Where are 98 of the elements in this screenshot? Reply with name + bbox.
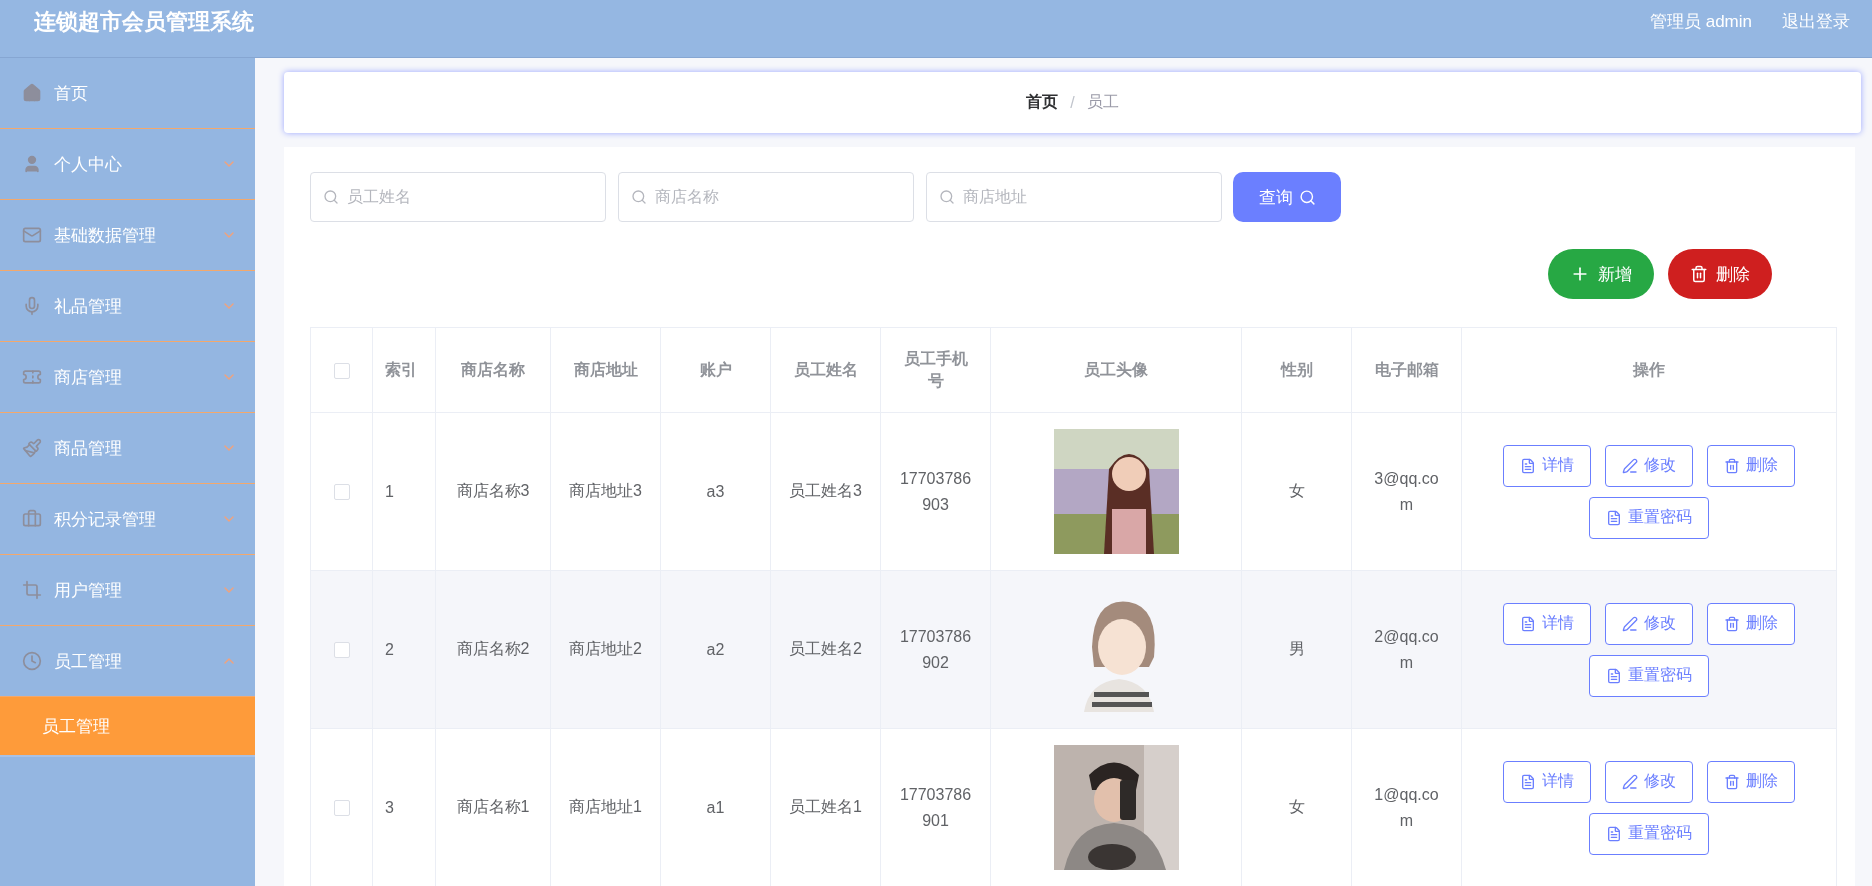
- mail-icon: [22, 225, 42, 245]
- sidebar-label: 商店管理: [54, 366, 123, 389]
- column-header: 账户: [660, 327, 771, 413]
- detail-button[interactable]: 详情: [1503, 602, 1591, 645]
- breadcrumb-item: 员工: [1086, 92, 1119, 112]
- sidebar-item[interactable]: 基础数据管理: [0, 200, 255, 271]
- clock-icon: [22, 651, 42, 671]
- breadcrumb-item[interactable]: 首页: [1026, 92, 1059, 113]
- search-icon: [631, 189, 647, 205]
- search-icon: [939, 189, 955, 205]
- edit-button[interactable]: 修改: [1605, 602, 1693, 645]
- sidebar-subitem[interactable]: 员工管理: [0, 697, 255, 757]
- table-cell: 3@qq.com: [1351, 412, 1462, 571]
- edit-button[interactable]: 修改: [1605, 444, 1693, 487]
- column-header: 操作: [1461, 327, 1837, 413]
- edit-button[interactable]: 修改: [1605, 760, 1693, 803]
- admin-username: 管理员 admin: [1649, 11, 1752, 33]
- document-icon: [1520, 615, 1536, 632]
- sidebar-item[interactable]: 商品管理: [0, 413, 255, 484]
- table-cell: 17703786902: [880, 570, 991, 729]
- reset-button[interactable]: 重置密码: [1589, 496, 1709, 539]
- search-icon: [1298, 188, 1316, 206]
- sidebar-label: 员工管理: [54, 650, 123, 673]
- trash-icon: [1690, 265, 1708, 283]
- pen-icon: [1622, 773, 1638, 790]
- app-title: 连锁超市会员管理系统: [34, 7, 255, 36]
- table-cell: 1: [372, 412, 436, 571]
- row-checkbox[interactable]: [333, 642, 350, 659]
- table-cell: 17703786903: [880, 412, 991, 571]
- ticket-icon: [22, 367, 42, 387]
- reset-button[interactable]: 重置密码: [1589, 812, 1709, 855]
- crop-icon: [22, 580, 42, 600]
- table-cell: 男: [1241, 570, 1352, 729]
- document-icon: [1606, 509, 1622, 526]
- logout-link[interactable]: 退出登录: [1782, 10, 1850, 33]
- pen-icon: [1622, 615, 1638, 632]
- table-cell: a3: [660, 412, 771, 571]
- document-icon: [1520, 773, 1536, 790]
- sidebar-label: 个人中心: [54, 153, 123, 176]
- column-header: 商店名称: [435, 327, 551, 413]
- sidebar-label: 商品管理: [54, 437, 123, 460]
- sidebar-item[interactable]: 用户管理: [0, 555, 255, 626]
- table-cell: a2: [660, 570, 771, 729]
- table-cell: 商店名称2: [435, 570, 551, 729]
- table-cell: 商店名称3: [435, 412, 551, 571]
- briefcase-icon: [22, 509, 42, 529]
- column-header: 员工头像: [990, 327, 1242, 413]
- table-cell: 员工姓名2: [770, 570, 881, 729]
- sidebar-label: 首页: [54, 82, 89, 105]
- column-header: 员工手机号: [880, 327, 991, 413]
- search-field[interactable]: 商店名称: [618, 172, 914, 222]
- trash-icon: [1724, 615, 1740, 632]
- pen-icon: [1622, 457, 1638, 474]
- sidebar-label: 基础数据管理: [54, 224, 157, 247]
- sidebar-label: 礼品管理: [54, 295, 123, 318]
- sidebar-item[interactable]: 个人中心: [0, 129, 255, 200]
- column-header: 员工姓名: [770, 327, 881, 413]
- sidebar-item[interactable]: 礼品管理: [0, 271, 255, 342]
- sidebar-item[interactable]: 积分记录管理: [0, 484, 255, 555]
- delete-button[interactable]: 删除: [1707, 602, 1795, 645]
- detail-button[interactable]: 详情: [1503, 760, 1591, 803]
- search-icon: [323, 189, 339, 205]
- document-icon: [1520, 457, 1536, 474]
- brush-icon: [22, 438, 42, 458]
- row-checkbox[interactable]: [333, 484, 350, 501]
- query-button[interactable]: 查询: [1233, 172, 1341, 222]
- column-header: 索引: [372, 327, 436, 413]
- delete-button[interactable]: 删除: [1707, 760, 1795, 803]
- delete-button[interactable]: 删除: [1668, 249, 1772, 299]
- detail-button[interactable]: 详情: [1503, 444, 1591, 487]
- home-icon: [22, 83, 42, 103]
- delete-button[interactable]: 删除: [1707, 444, 1795, 487]
- column-header: 性别: [1241, 327, 1352, 413]
- table-cell: 女: [1241, 412, 1352, 571]
- user-icon: [22, 154, 42, 174]
- sidebar-item[interactable]: 商店管理: [0, 342, 255, 413]
- sidebar-label: 用户管理: [54, 579, 123, 602]
- reset-button[interactable]: 重置密码: [1589, 654, 1709, 697]
- document-icon: [1606, 667, 1622, 684]
- table-cell: 2: [372, 570, 436, 729]
- table-cell: 商店地址3: [550, 412, 661, 571]
- table-cell: 商店地址2: [550, 570, 661, 729]
- row-checkbox[interactable]: [333, 800, 350, 817]
- microphone-icon: [22, 296, 42, 316]
- trash-icon: [1724, 457, 1740, 474]
- column-header: 电子邮箱: [1351, 327, 1462, 413]
- search-field[interactable]: 商店地址: [926, 172, 1222, 222]
- document-icon: [1606, 825, 1622, 842]
- trash-icon: [1724, 773, 1740, 790]
- breadcrumb-separator: /: [1070, 93, 1075, 112]
- sidebar-label: 积分记录管理: [54, 508, 157, 531]
- sidebar-item[interactable]: 首页: [0, 58, 255, 129]
- column-header: 商店地址: [550, 327, 661, 413]
- select-all-checkbox[interactable]: [333, 362, 350, 379]
- table-cell: 员工姓名3: [770, 412, 881, 571]
- table-cell: 2@qq.com: [1351, 570, 1462, 729]
- search-field[interactable]: 员工姓名: [310, 172, 606, 222]
- add-button[interactable]: 新增: [1548, 249, 1654, 299]
